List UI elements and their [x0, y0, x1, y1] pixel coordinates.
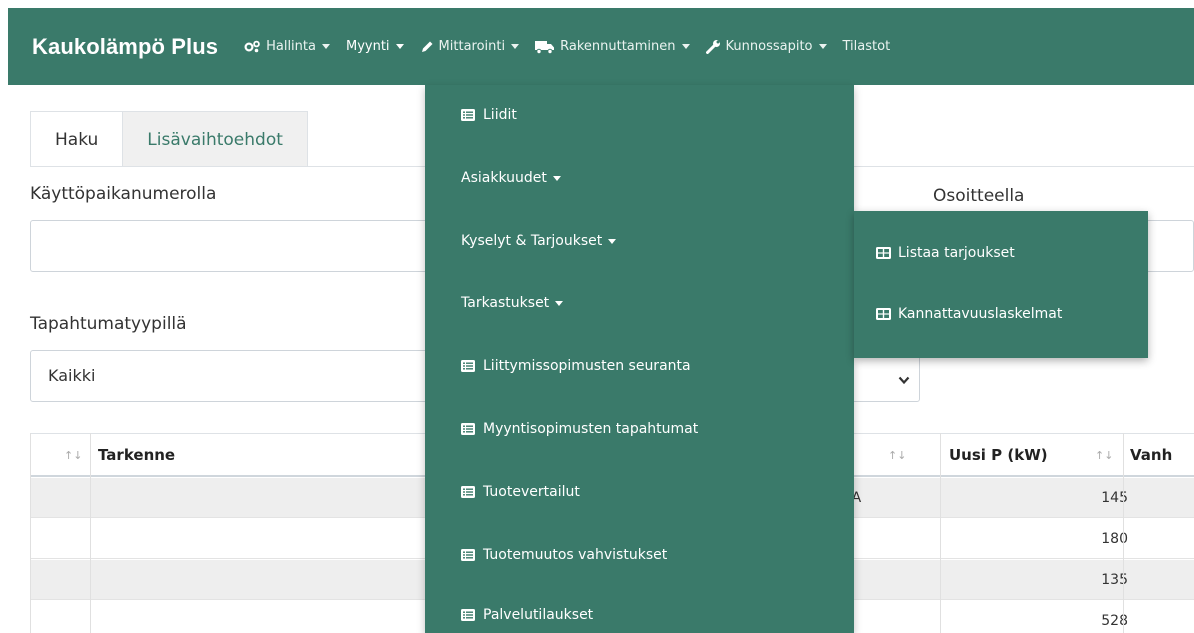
myynti-dropdown-menu: Liidit Asiakkuudet Kyselyt & Tarjoukset …: [425, 85, 854, 633]
nav-mittarointi[interactable]: Mittarointi: [420, 39, 520, 54]
menu-item-tuotemuutos-label: Tuotemuutos vahvistukset: [483, 547, 668, 563]
menu-item-myyntisopimusten-tapahtumat[interactable]: Myyntisopimusten tapahtumat: [461, 421, 698, 437]
top-navbar: Kaukolämpö Plus Hallinta Myynti Mittaroi…: [8, 8, 1194, 85]
brand-logo[interactable]: Kaukolämpö Plus: [32, 34, 218, 60]
menu-item-kyselyt-tarjoukset[interactable]: Kyselyt & Tarjoukset: [461, 233, 617, 249]
cell-uusi-p: 135: [1101, 572, 1128, 588]
column-divider: [30, 433, 31, 633]
cell-uusi-p: 528: [1101, 613, 1128, 629]
submenu-listaa-label: Listaa tarjoukset: [898, 245, 1015, 261]
caret-down-icon: [818, 44, 827, 49]
nav-kunnossapito[interactable]: Kunnossapito: [705, 39, 827, 54]
tab-haku[interactable]: Haku: [30, 111, 124, 167]
kayttopaikka-input[interactable]: [30, 220, 470, 272]
list-icon: [461, 486, 475, 498]
nav-kunnossapito-label: Kunnossapito: [725, 39, 813, 54]
wrench-icon: [705, 39, 721, 54]
tapahtuma-select-value: Kaikki: [48, 366, 96, 385]
tapahtuma-label: Tapahtumatyypillä: [30, 314, 187, 334]
nav-rakennuttaminen[interactable]: Rakennuttaminen: [535, 39, 690, 54]
menu-item-tuotemuutos-vahvistukset[interactable]: Tuotemuutos vahvistukset: [461, 547, 667, 563]
menu-item-myyntisopimus-label: Myyntisopimusten tapahtumat: [483, 421, 699, 437]
th-vanha[interactable]: Vanh: [1130, 434, 1172, 476]
caret-down-icon: [321, 44, 330, 49]
menu-item-kyselyt-label: Kyselyt & Tarjoukset: [461, 233, 603, 249]
kayttopaikka-label: Käyttöpaikanumerolla: [30, 184, 217, 204]
sort-icon[interactable]: ↑↓: [1095, 434, 1113, 476]
caret-down-icon: [555, 300, 564, 306]
list-icon: [461, 549, 475, 561]
caret-down-icon: [681, 44, 690, 49]
nav-hallinta[interactable]: Hallinta: [244, 39, 330, 54]
nav-hallinta-label: Hallinta: [266, 39, 316, 54]
tab-lisavaihtoehdot[interactable]: Lisävaihtoehdot: [123, 111, 308, 167]
cell-uusi-p: 145: [1101, 490, 1128, 506]
truck-icon: [535, 40, 555, 54]
kyselyt-submenu: Listaa tarjoukset Kannattavuuslaskelmat: [854, 211, 1148, 358]
nav-tilastot[interactable]: Tilastot: [843, 39, 891, 54]
menu-item-liittymis-label: Liittymissopimusten seuranta: [483, 358, 691, 374]
column-divider: [90, 433, 91, 633]
osoite-label: Osoitteella: [933, 186, 1025, 206]
menu-item-tuotevertailut[interactable]: Tuotevertailut: [461, 484, 580, 500]
cell-uusi-p: 180: [1101, 531, 1128, 547]
menu-item-liidit-label: Liidit: [483, 107, 517, 123]
caret-down-icon: [511, 44, 520, 49]
cogs-icon: [244, 40, 261, 53]
sort-icon[interactable]: ↑↓: [888, 434, 906, 476]
table-icon: [876, 247, 891, 259]
th-uusi-p[interactable]: Uusi P (kW): [949, 434, 1048, 476]
nav-tilastot-label: Tilastot: [842, 39, 891, 54]
list-icon: [461, 609, 475, 621]
menu-item-palvelutilaukset[interactable]: Palvelutilaukset: [461, 607, 593, 623]
pencil-icon: [420, 40, 434, 54]
menu-item-palvelutilaukset-label: Palvelutilaukset: [483, 607, 594, 623]
nav-mittarointi-label: Mittarointi: [438, 39, 506, 54]
nav-rakennuttaminen-label: Rakennuttaminen: [560, 39, 676, 54]
menu-item-liidit[interactable]: Liidit: [461, 107, 517, 123]
nav-myynti[interactable]: Myynti: [346, 39, 404, 54]
submenu-kannattavuus-label: Kannattavuuslaskelmat: [898, 306, 1063, 322]
menu-item-tarkastukset[interactable]: Tarkastukset: [461, 295, 564, 311]
table-icon: [876, 308, 891, 320]
menu-item-tarkastukset-label: Tarkastukset: [461, 295, 550, 311]
menu-item-asiakkuudet-label: Asiakkuudet: [461, 170, 547, 186]
menu-item-liittymissopimusten-seuranta[interactable]: Liittymissopimusten seuranta: [461, 358, 691, 374]
caret-down-icon: [608, 238, 617, 244]
nav-myynti-label: Myynti: [345, 39, 390, 54]
list-icon: [461, 360, 475, 372]
caret-down-icon: [552, 175, 561, 181]
chevron-down-icon: [898, 370, 910, 389]
column-divider: [940, 433, 941, 633]
caret-down-icon: [395, 44, 404, 49]
submenu-item-listaa-tarjoukset[interactable]: Listaa tarjoukset: [876, 245, 1015, 261]
column-divider: [1123, 433, 1124, 633]
menu-item-tuotevertailut-label: Tuotevertailut: [483, 484, 580, 500]
search-tabs: Haku Lisävaihtoehdot: [30, 111, 308, 167]
menu-item-asiakkuudet[interactable]: Asiakkuudet: [461, 170, 561, 186]
submenu-item-kannattavuuslaskelmat[interactable]: Kannattavuuslaskelmat: [876, 306, 1062, 322]
th-tarkenne[interactable]: Tarkenne: [98, 434, 175, 476]
list-icon: [461, 109, 475, 121]
sort-icon[interactable]: ↑↓: [64, 434, 82, 476]
list-icon: [461, 423, 475, 435]
